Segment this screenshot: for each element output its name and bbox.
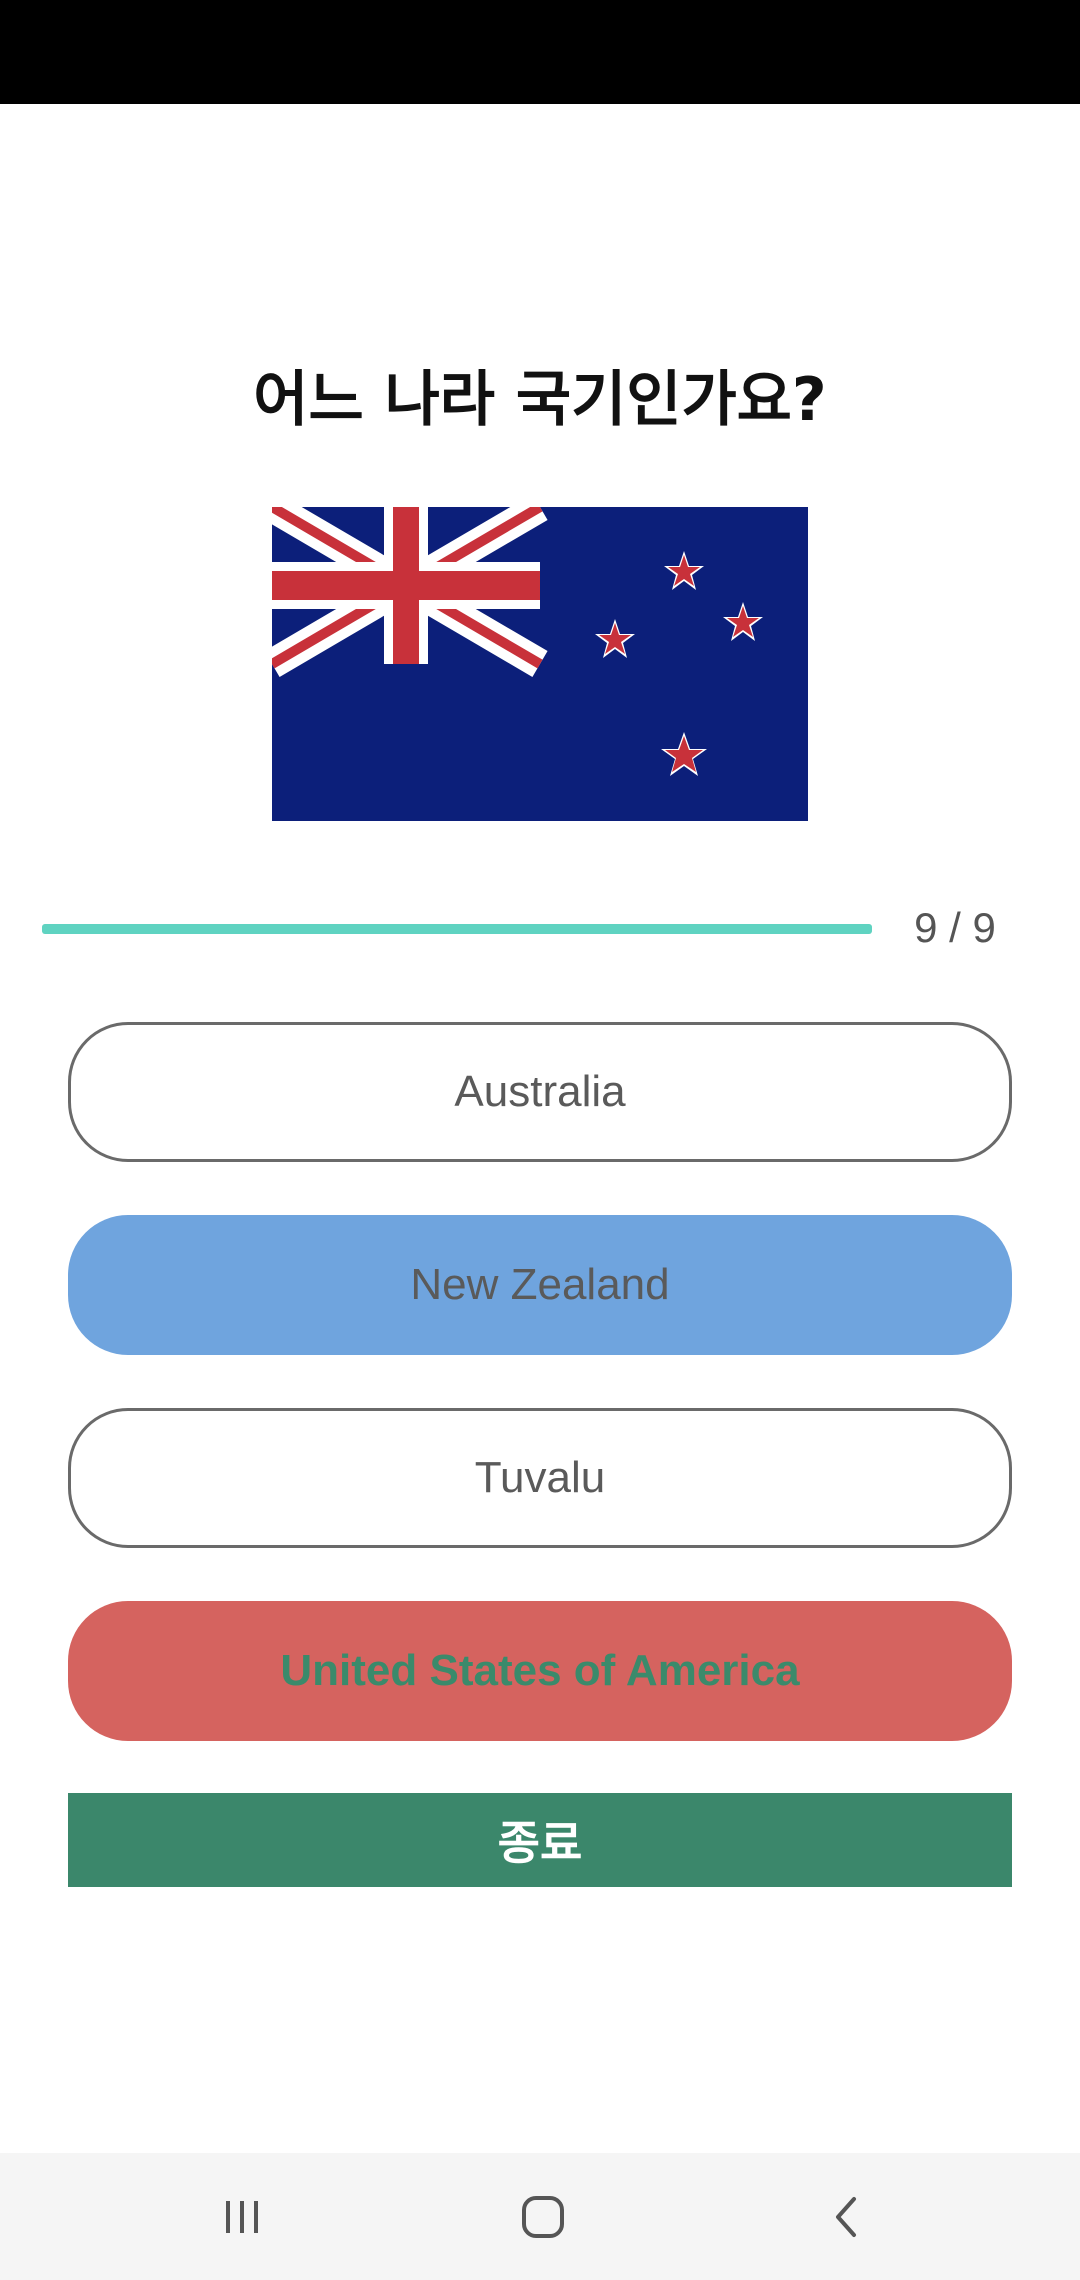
progress-bar-fill	[42, 924, 872, 934]
option-button-australia[interactable]: Australia	[68, 1022, 1012, 1162]
progress-counter: 9 / 9	[914, 904, 996, 951]
back-icon[interactable]	[766, 2153, 926, 2280]
progress-bar	[42, 924, 872, 934]
recent-apps-icon[interactable]	[162, 2153, 322, 2280]
question-title: 어느 나라 국기인가요?	[253, 365, 827, 435]
option-button-tuvalu[interactable]: Tuvalu	[68, 1408, 1012, 1548]
new-zealand-flag-icon	[272, 507, 808, 821]
option-button-new-zealand[interactable]: New Zealand	[68, 1215, 1012, 1355]
status-bar	[0, 0, 1080, 104]
navigation-bar	[0, 2153, 1080, 2280]
end-button[interactable]: 종료	[68, 1793, 1012, 1887]
option-button-united-states[interactable]: United States of America	[68, 1601, 1012, 1741]
home-icon[interactable]	[463, 2153, 623, 2280]
